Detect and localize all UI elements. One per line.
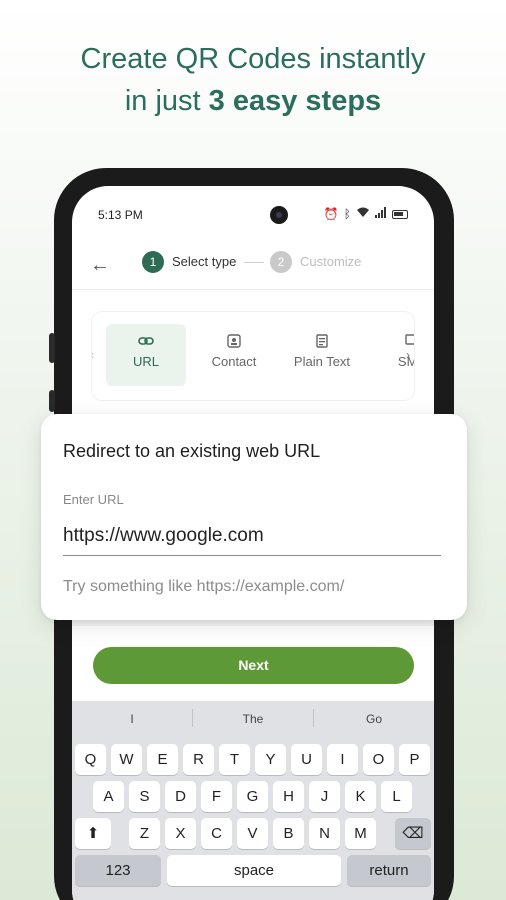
key-v[interactable]: V: [237, 818, 268, 849]
key-k[interactable]: K: [345, 781, 376, 812]
signal-icon: [375, 207, 387, 221]
chevron-right-icon[interactable]: ›: [406, 348, 410, 362]
on-screen-keyboard: I The Go Q W E R T Y U I O P A S D F G H J K L ⬆ Z X C V B N M ⌫ 123…: [72, 701, 434, 900]
type-contact-label: Contact: [211, 354, 257, 369]
headline-line-2: in just 3 easy steps: [0, 80, 506, 122]
key-p[interactable]: P: [399, 744, 430, 775]
type-url[interactable]: URL: [106, 324, 186, 386]
phone-side-button: [49, 333, 55, 363]
sms-icon: [405, 334, 414, 345]
step-1-label: Select type: [172, 254, 237, 269]
step-2-number: 2: [270, 251, 292, 273]
key-y[interactable]: Y: [255, 744, 286, 775]
url-field-label: Enter URL: [63, 492, 124, 507]
shift-key-icon[interactable]: ⬆: [75, 818, 111, 849]
key-s[interactable]: S: [129, 781, 160, 812]
step-1-number: 1: [142, 251, 164, 273]
key-h[interactable]: H: [273, 781, 304, 812]
backspace-key-icon[interactable]: ⌫: [395, 818, 431, 849]
url-input[interactable]: [63, 516, 441, 556]
key-n[interactable]: N: [309, 818, 340, 849]
headline-highlight: 3 easy steps: [208, 85, 382, 117]
url-card-title: Redirect to an existing web URL: [63, 441, 321, 461]
key-g[interactable]: G: [237, 781, 268, 812]
bluetooth-icon: ᛒ: [343, 207, 351, 221]
numbers-key[interactable]: 123: [75, 855, 161, 886]
next-button[interactable]: Next: [93, 647, 414, 684]
suggestion-bar: I The Go: [72, 701, 434, 735]
key-j[interactable]: J: [309, 781, 340, 812]
suggestion-item[interactable]: I: [72, 712, 192, 726]
key-t[interactable]: T: [219, 744, 250, 775]
status-time: 5:13 PM: [98, 208, 143, 222]
key-c[interactable]: C: [201, 818, 232, 849]
return-key[interactable]: return: [347, 855, 431, 886]
space-key[interactable]: space: [167, 855, 341, 886]
url-hint-text: Try something like https://example.com/: [63, 578, 345, 595]
key-b[interactable]: B: [273, 818, 304, 849]
stepper-connector: [244, 262, 264, 263]
suggestion-item[interactable]: The: [193, 712, 313, 726]
key-d[interactable]: D: [165, 781, 196, 812]
suggestion-item[interactable]: Go: [314, 712, 434, 726]
chevron-left-icon[interactable]: ‹: [92, 348, 94, 362]
key-w[interactable]: W: [111, 744, 142, 775]
key-e[interactable]: E: [147, 744, 178, 775]
text-icon: [316, 334, 328, 348]
key-i[interactable]: I: [327, 744, 358, 775]
key-z[interactable]: Z: [129, 818, 160, 849]
key-f[interactable]: F: [201, 781, 232, 812]
wifi-icon: [356, 207, 370, 221]
app-bar: ← 1 Select type 2 Customize: [72, 244, 434, 290]
phone-side-button: [49, 390, 55, 412]
type-plain-text-label: Plain Text: [293, 354, 351, 369]
step-2-label: Customize: [300, 254, 362, 269]
back-arrow-icon[interactable]: ←: [88, 253, 112, 277]
type-plain-text[interactable]: Plain Text: [282, 324, 362, 386]
key-r[interactable]: R: [183, 744, 214, 775]
key-x[interactable]: X: [165, 818, 196, 849]
contact-icon: [227, 334, 241, 348]
headline-line-2-prefix: in just: [124, 85, 209, 117]
status-icons: ⏰ ᛒ: [324, 207, 408, 221]
battery-icon: [392, 209, 408, 219]
type-url-label: URL: [132, 354, 159, 369]
key-m[interactable]: M: [345, 818, 376, 849]
key-o[interactable]: O: [363, 744, 394, 775]
camera-cutout: [270, 206, 288, 224]
key-a[interactable]: A: [93, 781, 124, 812]
headline-line-1: Create QR Codes instantly: [80, 43, 426, 75]
status-bar: 5:13 PM ⏰ ᛒ: [98, 206, 408, 224]
qr-type-selector: ‹ URL Contact Plain Text SMS ›: [92, 312, 414, 400]
link-icon: [138, 337, 154, 345]
key-l[interactable]: L: [381, 781, 412, 812]
key-q[interactable]: Q: [75, 744, 106, 775]
type-contact[interactable]: Contact: [194, 324, 274, 386]
url-input-card: Redirect to an existing web URL Enter UR…: [41, 414, 467, 620]
key-u[interactable]: U: [291, 744, 322, 775]
marketing-headline: Create QR Codes instantly in just 3 easy…: [0, 38, 506, 122]
alarm-icon: ⏰: [323, 207, 339, 221]
